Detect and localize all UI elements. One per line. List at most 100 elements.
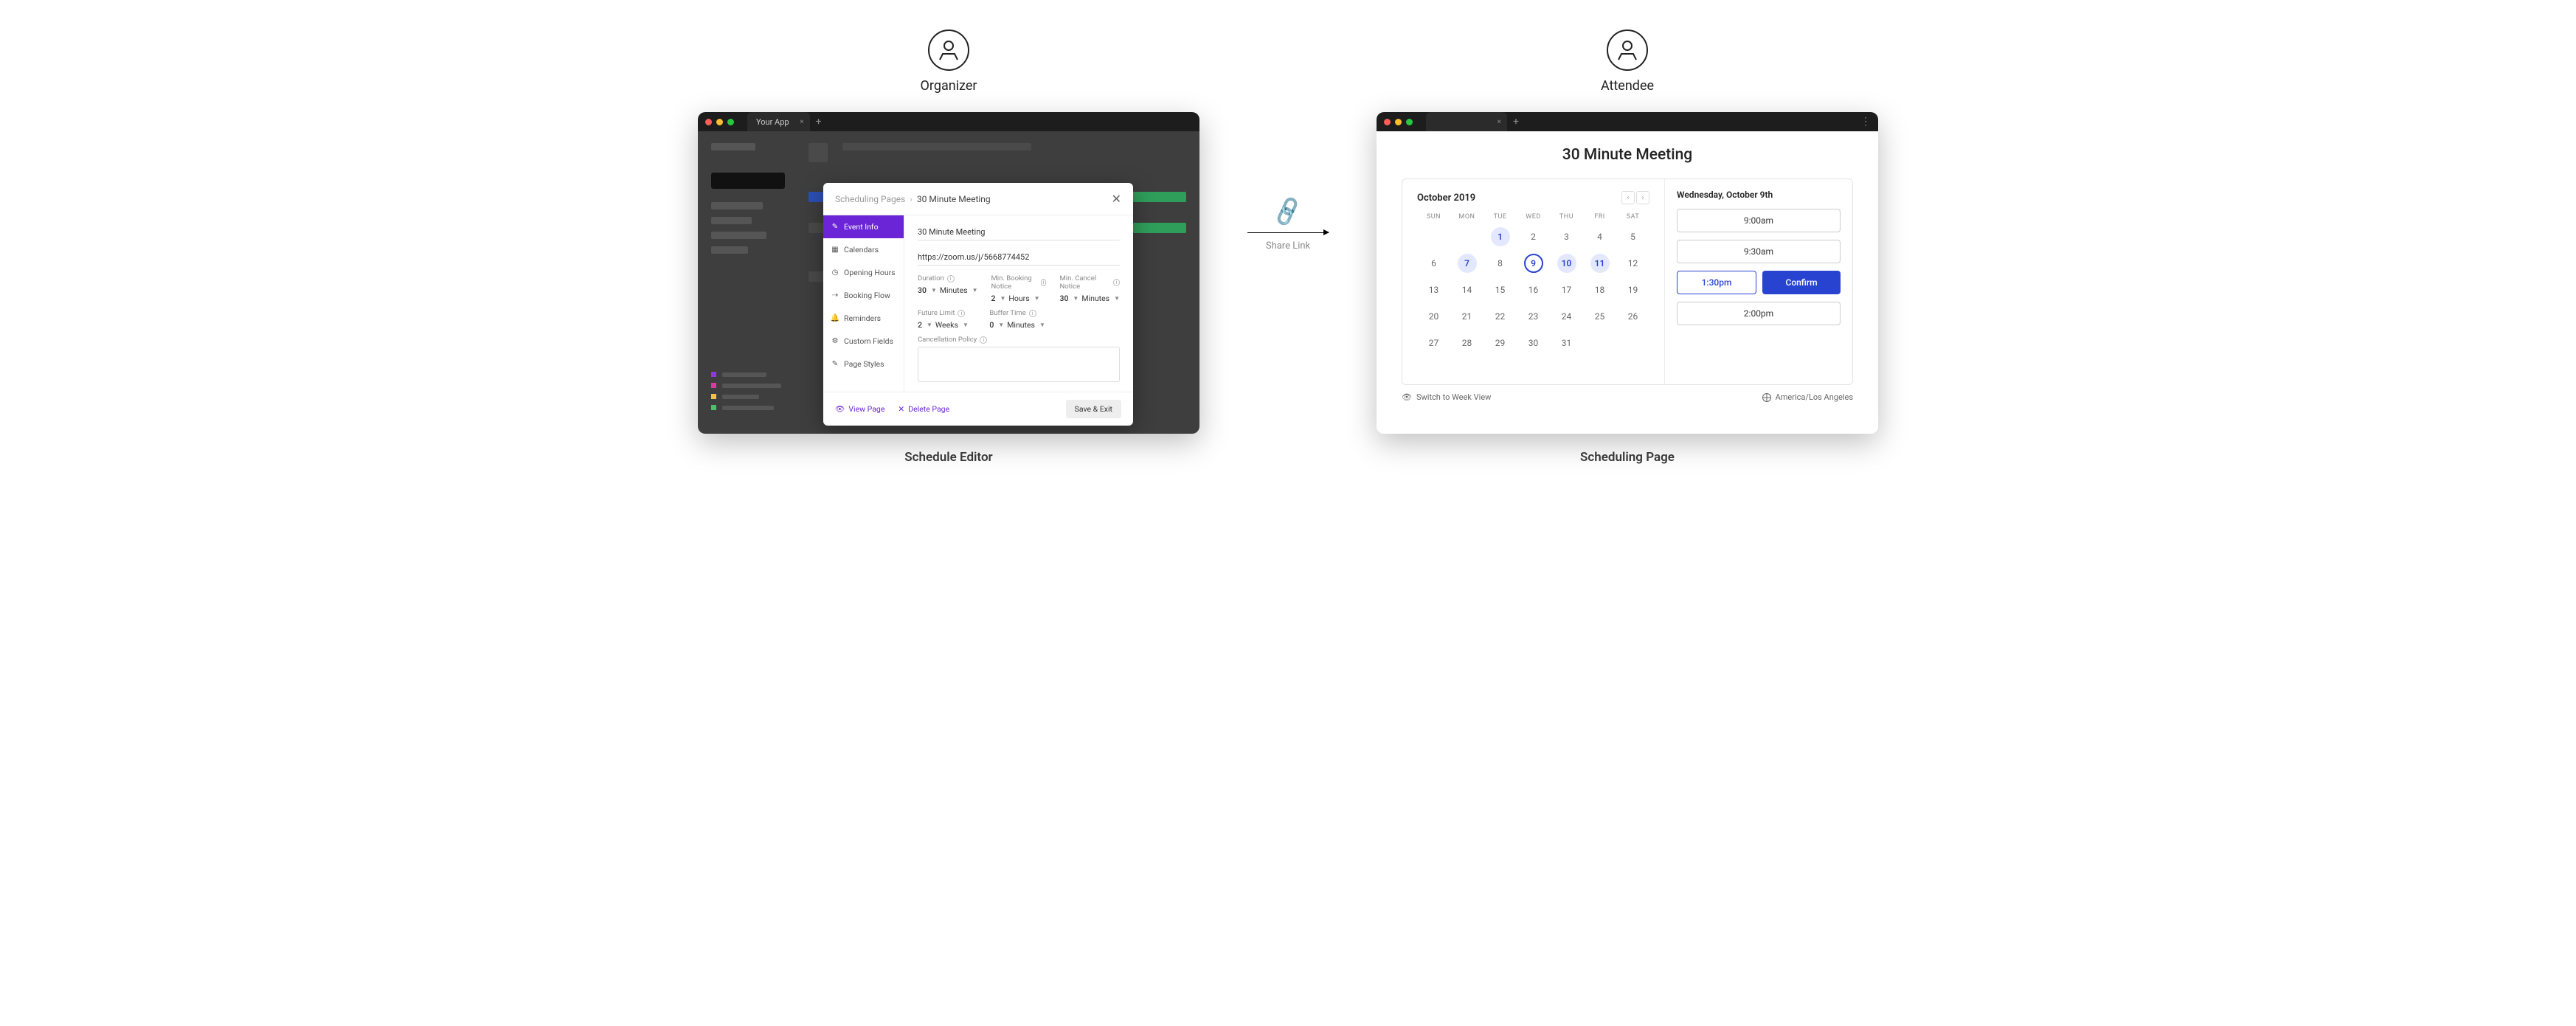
date-cell[interactable]: 24 — [1550, 306, 1583, 327]
date-cell[interactable]: 3 — [1550, 226, 1583, 247]
date-cell[interactable]: 25 — [1583, 306, 1616, 327]
date-cell[interactable]: 12 — [1616, 253, 1649, 274]
traffic-min-icon[interactable] — [1395, 119, 1402, 125]
date-cell[interactable]: 19 — [1616, 280, 1649, 300]
info-icon[interactable]: i — [1041, 279, 1047, 286]
time-slot[interactable]: 1:30pm — [1677, 271, 1756, 294]
switch-view-link[interactable]: 👁 Switch to Week View — [1402, 392, 1491, 402]
buffer-time-value[interactable]: 0 — [989, 320, 994, 330]
date-cell[interactable]: 21 — [1450, 306, 1483, 327]
side-tab-custom-fields[interactable]: ⚙Custom Fields — [823, 330, 904, 353]
min-cancel-unit[interactable]: Minutes — [1081, 294, 1109, 303]
info-icon[interactable]: i — [1029, 310, 1036, 317]
traffic-max-icon[interactable] — [727, 119, 734, 125]
date-cell[interactable]: 2 — [1517, 226, 1550, 247]
event-title-input[interactable] — [918, 224, 1120, 240]
confirm-button[interactable]: Confirm — [1762, 271, 1841, 294]
time-slot[interactable]: 9:30am — [1677, 240, 1841, 263]
chevron-down-icon[interactable]: ▼ — [998, 322, 1004, 328]
date-cell[interactable]: 22 — [1483, 306, 1517, 327]
time-slot[interactable]: 9:00am — [1677, 209, 1841, 232]
window-titlebar: × + ⋮ — [1377, 112, 1878, 131]
date-cell[interactable]: 9 — [1517, 253, 1550, 274]
date-cell[interactable]: 20 — [1417, 306, 1450, 327]
cancel-policy-textarea[interactable] — [918, 347, 1120, 382]
chevron-down-icon[interactable]: ▼ — [972, 287, 978, 294]
date-cell[interactable]: 13 — [1417, 280, 1450, 300]
date-cell — [1583, 333, 1616, 353]
date-cell[interactable]: 8 — [1483, 253, 1517, 274]
date-cell[interactable]: 7 — [1450, 253, 1483, 274]
new-tab-button[interactable]: + — [1513, 117, 1519, 127]
date-cell[interactable]: 31 — [1550, 333, 1583, 353]
chevron-down-icon[interactable]: ▼ — [931, 287, 937, 294]
view-page-link[interactable]: 👁 View Page — [835, 404, 884, 414]
traffic-max-icon[interactable] — [1406, 119, 1413, 125]
date-cell[interactable]: 16 — [1517, 280, 1550, 300]
traffic-close-icon[interactable] — [705, 119, 712, 125]
date-cell[interactable]: 18 — [1583, 280, 1616, 300]
duration-value[interactable]: 30 — [918, 285, 927, 295]
date-cell[interactable]: 17 — [1550, 280, 1583, 300]
min-booking-label: Min. Booking Notice — [991, 274, 1038, 291]
side-tab-calendars[interactable]: ▦Calendars — [823, 238, 904, 261]
traffic-min-icon[interactable] — [716, 119, 723, 125]
new-tab-button[interactable]: + — [816, 117, 822, 127]
info-icon[interactable]: i — [980, 336, 987, 344]
min-cancel-value[interactable]: 30 — [1059, 294, 1068, 303]
date-cell[interactable]: 23 — [1517, 306, 1550, 327]
date-cell[interactable]: 29 — [1483, 333, 1517, 353]
tab-icon: ◷ — [831, 268, 839, 277]
chevron-down-icon[interactable]: ▼ — [1034, 295, 1040, 302]
side-tab-page-styles[interactable]: ✎Page Styles — [823, 353, 904, 375]
date-cell[interactable]: 5 — [1616, 226, 1649, 247]
chevron-down-icon[interactable]: ▼ — [1000, 295, 1005, 302]
chevron-down-icon[interactable]: ▼ — [927, 322, 932, 328]
time-slot[interactable]: 2:00pm — [1677, 302, 1841, 325]
date-cell[interactable]: 11 — [1583, 253, 1616, 274]
next-month-button[interactable]: › — [1636, 191, 1649, 204]
date-cell[interactable]: 1 — [1483, 226, 1517, 247]
date-cell[interactable]: 30 — [1517, 333, 1550, 353]
tab-close-icon[interactable]: × — [1498, 118, 1501, 126]
date-cell[interactable]: 15 — [1483, 280, 1517, 300]
delete-page-link[interactable]: ✕ Delete Page — [898, 404, 949, 414]
tab-close-icon[interactable]: × — [800, 118, 803, 126]
chevron-down-icon[interactable]: ▼ — [963, 322, 969, 328]
future-limit-value[interactable]: 2 — [918, 320, 922, 330]
eye-icon: 👁 — [1402, 392, 1412, 402]
info-icon[interactable]: i — [947, 275, 955, 283]
date-cell[interactable]: 10 — [1550, 253, 1583, 274]
traffic-close-icon[interactable] — [1384, 119, 1391, 125]
future-limit-unit[interactable]: Weeks — [935, 320, 958, 330]
buffer-time-unit[interactable]: Minutes — [1007, 320, 1035, 330]
date-cell[interactable]: 26 — [1616, 306, 1649, 327]
min-booking-unit[interactable]: Hours — [1008, 294, 1029, 303]
chevron-down-icon[interactable]: ▼ — [1039, 322, 1045, 328]
save-exit-button[interactable]: Save & Exit — [1066, 400, 1121, 418]
chevron-down-icon[interactable]: ▼ — [1073, 295, 1078, 302]
info-icon[interactable]: i — [958, 310, 965, 317]
side-tab-booking-flow[interactable]: ⇢Booking Flow — [823, 284, 904, 307]
menu-icon[interactable]: ⋮ — [1860, 116, 1871, 128]
info-icon[interactable]: i — [1113, 279, 1120, 286]
breadcrumb: Scheduling Pages › 30 Minute Meeting — [835, 194, 991, 204]
duration-unit[interactable]: Minutes — [940, 285, 968, 295]
timezone-label[interactable]: America/Los Angeles — [1762, 392, 1853, 402]
side-tab-event-info[interactable]: ✎Event Info — [823, 215, 904, 238]
side-tab-opening-hours[interactable]: ◷Opening Hours — [823, 261, 904, 284]
breadcrumb-root[interactable]: Scheduling Pages — [835, 194, 905, 204]
browser-tab[interactable]: Your App × — [747, 112, 810, 131]
date-cell[interactable]: 6 — [1417, 253, 1450, 274]
date-cell[interactable]: 4 — [1583, 226, 1616, 247]
browser-tab[interactable]: × — [1426, 112, 1507, 131]
date-cell[interactable]: 14 — [1450, 280, 1483, 300]
date-cell[interactable]: 27 — [1417, 333, 1450, 353]
min-booking-value[interactable]: 2 — [991, 294, 996, 303]
side-tab-reminders[interactable]: 🔔Reminders — [823, 307, 904, 330]
prev-month-button[interactable]: ‹ — [1621, 191, 1635, 204]
date-cell[interactable]: 28 — [1450, 333, 1483, 353]
chevron-down-icon[interactable]: ▼ — [1114, 295, 1120, 302]
event-url-input[interactable] — [918, 249, 1120, 266]
close-icon[interactable]: ✕ — [1112, 192, 1121, 206]
